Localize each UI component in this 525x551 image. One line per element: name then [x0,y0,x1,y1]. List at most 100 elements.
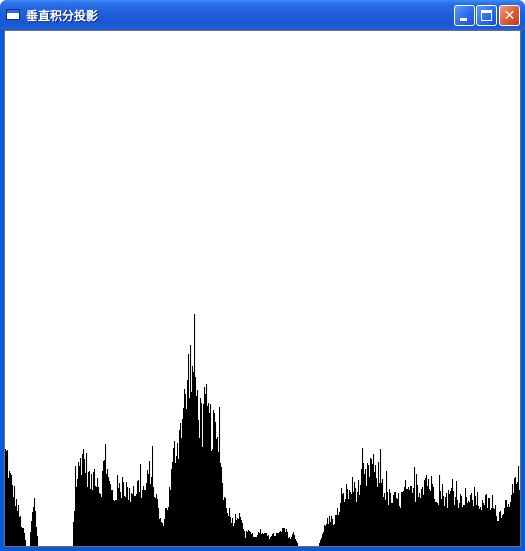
projection-column [206,384,208,546]
projection-column [80,458,82,546]
projection-column [230,517,232,546]
projection-column [214,413,216,546]
projection-column [189,398,191,546]
projection-column [374,472,376,546]
projection-column [340,503,342,546]
projection-column [116,500,118,546]
close-button[interactable]: ✕ [499,5,520,26]
projection-column [487,508,489,546]
projection-column [183,408,185,546]
projection-column [231,523,233,546]
projection-column [399,506,401,546]
projection-column [129,488,131,546]
projection-column [276,533,278,546]
projection-column [258,532,260,546]
projection-column [421,489,423,546]
projection-column [495,505,497,546]
projection-column [184,389,186,546]
projection-column [84,459,86,546]
projection-column [229,508,231,546]
projection-column [162,523,164,546]
projection-column [14,486,16,546]
projection-column [362,448,364,546]
projection-column [275,536,277,546]
projection-column [30,532,32,546]
projection-column [121,498,123,546]
projection-column [267,536,269,546]
projection-column [178,459,180,546]
projection-column [498,521,500,546]
maximize-button[interactable] [476,5,497,26]
projection-column [13,497,15,546]
projection-column [277,533,279,546]
projection-column [390,493,392,546]
projection-column [370,458,372,546]
projection-column [490,510,492,546]
projection-column [489,498,491,546]
projection-column [478,506,480,546]
projection-column [438,505,440,546]
projection-column [78,462,80,546]
projection-column [125,497,127,546]
projection-column [348,499,350,546]
projection-column [22,528,24,546]
projection-column [461,496,463,546]
projection-column [17,511,19,546]
projection-column [335,515,337,546]
projection-column [431,476,433,546]
projection-column [122,477,124,546]
projection-column [150,484,152,546]
projection-column [130,502,132,546]
projection-column [233,526,235,546]
projection-column [509,507,511,546]
projection-column [501,518,503,546]
projection-column [170,490,172,546]
projection-column [420,498,422,546]
projection-column [380,449,382,546]
projection-column [263,534,265,546]
projection-column [187,380,189,546]
projection-column [443,496,445,546]
projection-column [510,502,512,546]
projection-column [270,537,272,546]
projection-column [169,487,171,546]
projection-column [435,502,437,546]
minimize-icon [460,18,467,21]
projection-column [365,469,367,546]
projection-column [500,511,502,546]
projection-column [77,479,79,546]
projection-column [508,504,510,546]
projection-column [453,491,455,546]
projection-column [336,515,338,546]
projection-column [343,493,345,546]
projection-column [253,537,255,546]
projection-column [397,499,399,546]
projection-column [512,484,514,546]
projection-column [460,494,462,546]
projection-column [146,483,148,546]
projection-column [281,532,283,546]
projection-column [493,508,495,546]
projection-column [224,497,226,546]
projection-column [372,464,374,546]
projection-column [16,499,18,546]
projection-column [90,489,92,546]
maximize-icon [481,10,492,21]
projection-column [203,404,205,546]
projection-column [261,534,263,546]
projection-column [225,498,227,546]
window-app-icon[interactable] [6,9,20,20]
projection-column [428,479,430,546]
projection-column [385,500,387,546]
title-bar[interactable]: 垂直积分投影 ✕ [0,0,525,30]
projection-column [452,479,454,546]
projection-column [260,529,262,546]
projection-column [191,392,193,546]
projection-column [346,484,348,546]
projection-column [120,492,122,546]
projection-column [234,523,236,546]
minimize-button[interactable] [454,5,475,26]
projection-column [471,493,473,546]
projection-column [475,496,477,546]
projection-column [282,528,284,546]
